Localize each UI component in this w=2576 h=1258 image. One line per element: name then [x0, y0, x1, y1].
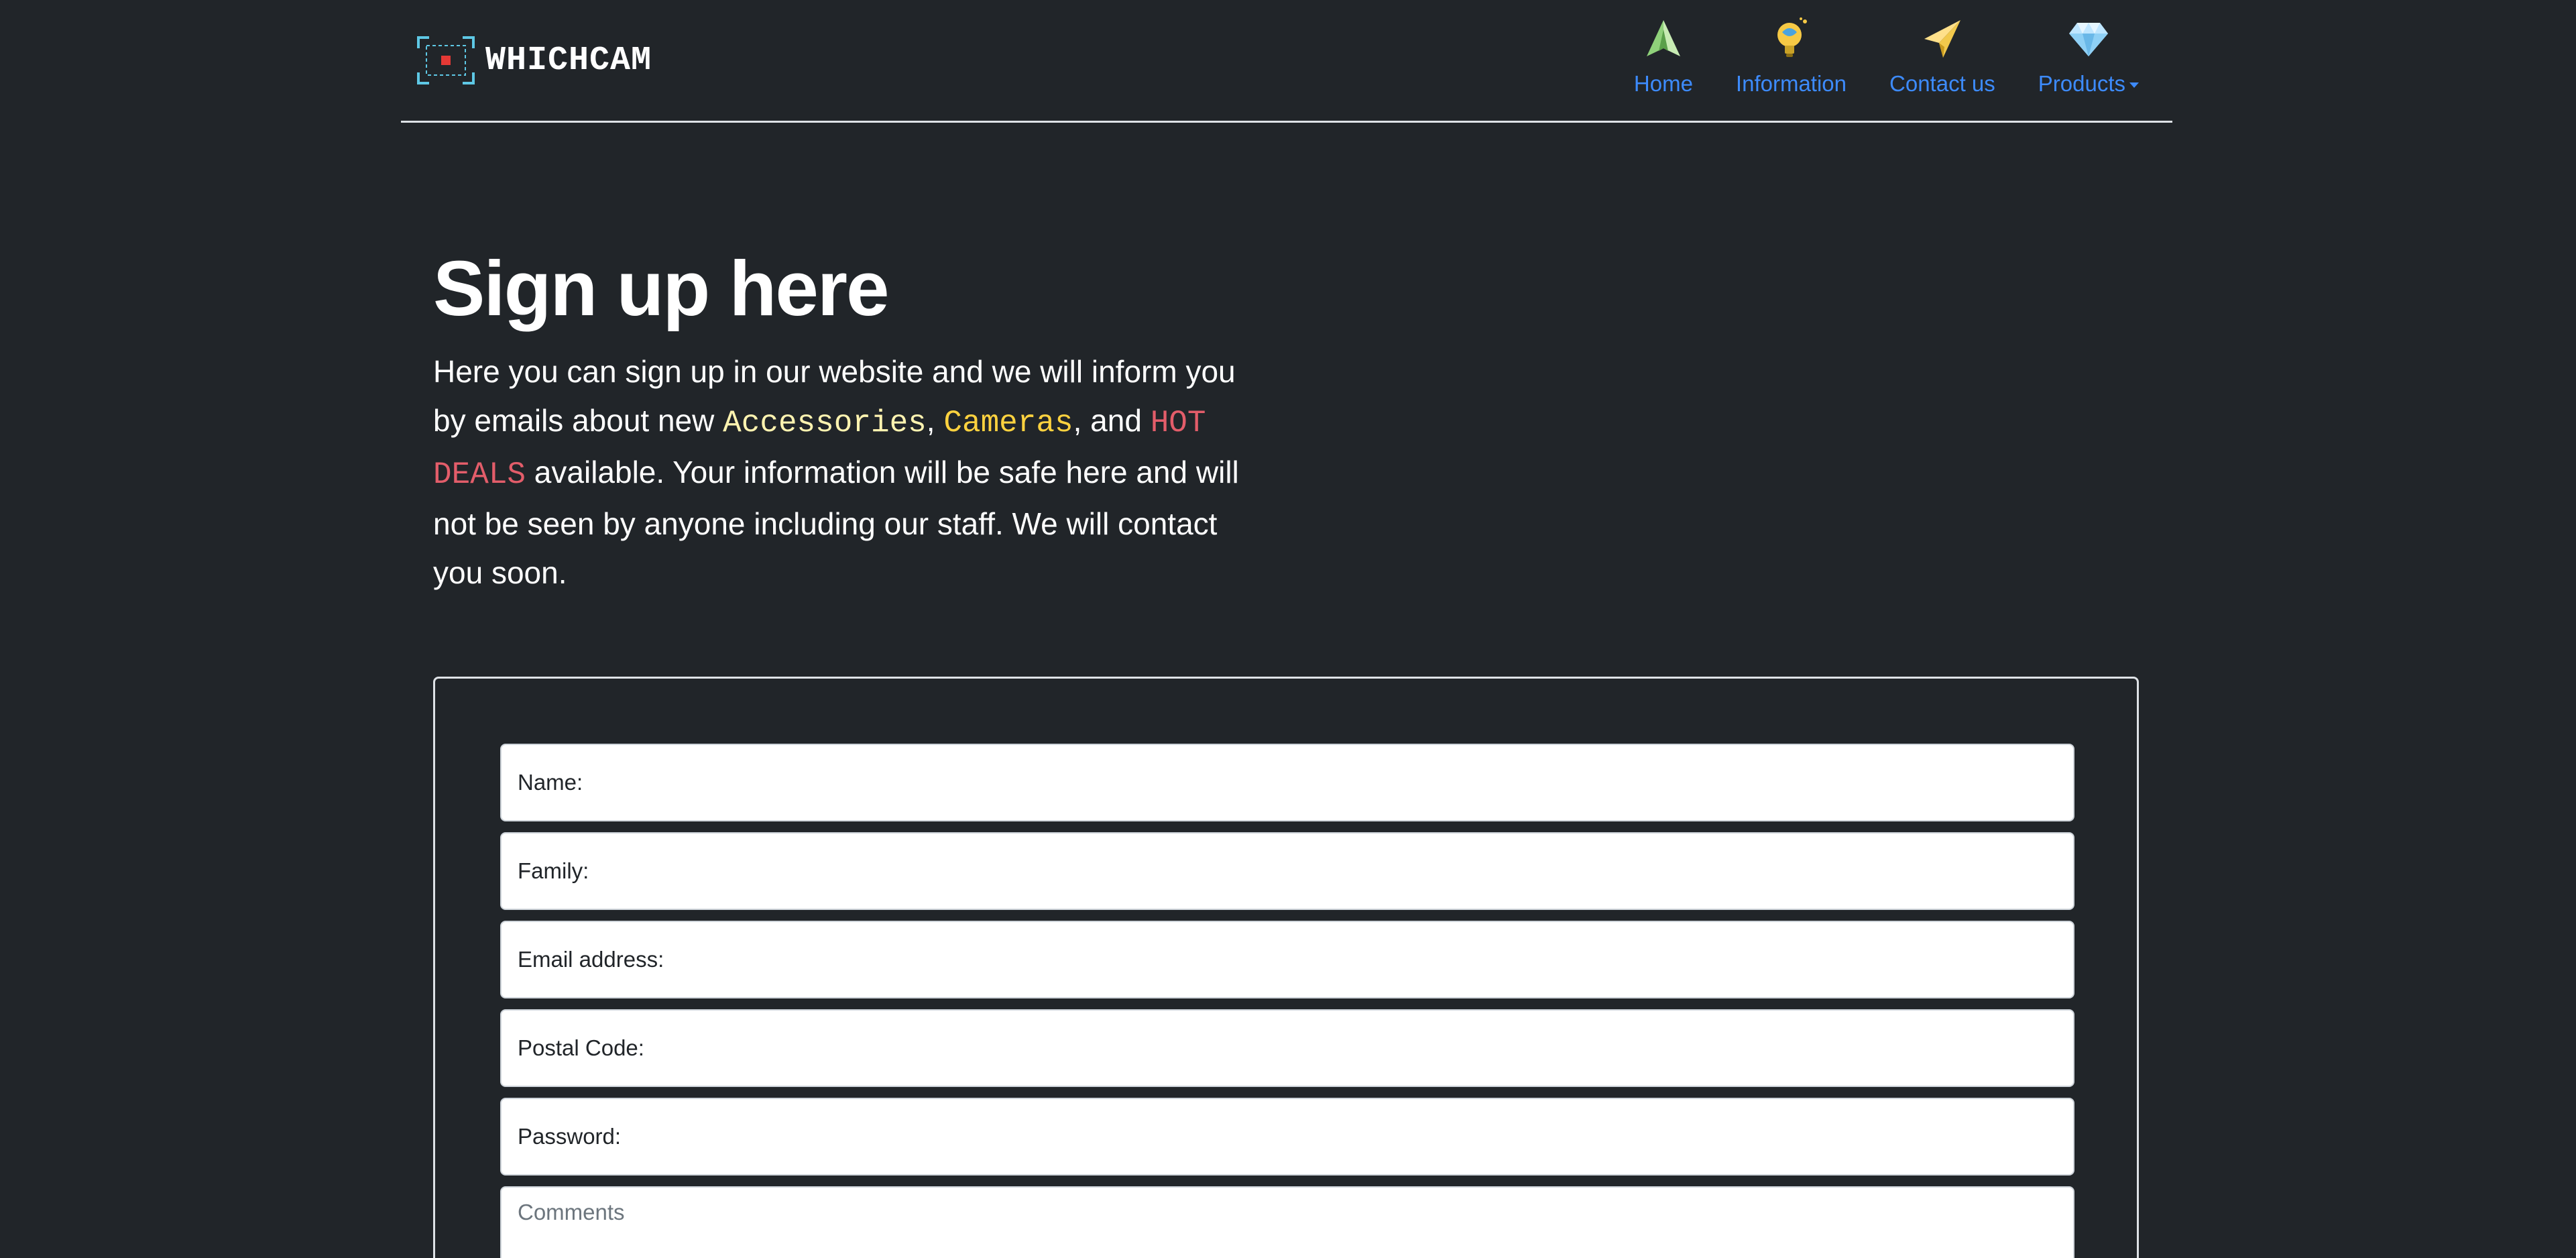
signup-form: Name: Family: Email address: Postal Code…: [433, 677, 2139, 1258]
family-input[interactable]: [595, 833, 2073, 909]
camera-focus-logo-icon: [417, 36, 475, 84]
postal-code-field[interactable]: Postal Code:: [500, 1009, 2074, 1087]
diamond-icon: [2068, 23, 2108, 56]
nav-contact-us-label: Contact us: [1889, 71, 1995, 96]
password-field[interactable]: Password:: [500, 1098, 2074, 1176]
password-label: Password:: [518, 1124, 622, 1149]
main-nav: Home Information Contact us Products: [1591, 16, 2139, 97]
lightbulb-icon: [1777, 17, 1808, 57]
name-input[interactable]: [589, 744, 2073, 821]
caret-down-icon: [2129, 82, 2139, 89]
send-arrow-icon: [1924, 20, 1960, 58]
nav-contact-us[interactable]: Contact us: [1889, 16, 1995, 97]
email-input[interactable]: [670, 921, 2073, 998]
nav-information-label: Information: [1735, 71, 1847, 96]
nav-products-label: Products: [2038, 71, 2139, 97]
family-label: Family:: [518, 858, 589, 883]
name-label: Name:: [518, 770, 583, 795]
page: WHICHCAM Home Information Contact us Pro…: [0, 0, 2576, 1258]
page-title: Sign up here: [433, 245, 890, 332]
brand-name: WHICHCAM: [485, 41, 652, 80]
hero-description: Here you can sign up in our website and …: [433, 354, 1239, 590]
nav-home-label: Home: [1633, 71, 1693, 96]
nav-information[interactable]: Information: [1736, 16, 1847, 97]
postal-code-label: Postal Code:: [518, 1035, 644, 1060]
nav-home[interactable]: Home: [1634, 16, 1693, 97]
postal-code-input[interactable]: [650, 1010, 2073, 1086]
paper-plane-icon: [1646, 20, 1680, 56]
password-input[interactable]: [628, 1098, 2073, 1175]
name-field[interactable]: Name:: [500, 744, 2074, 821]
brand-link[interactable]: WHICHCAM: [416, 34, 652, 87]
navbar: WHICHCAM Home Information Contact us Pro…: [401, 0, 2172, 123]
email-label: Email address:: [518, 947, 664, 972]
email-field[interactable]: Email address:: [500, 921, 2074, 998]
family-field[interactable]: Family:: [500, 832, 2074, 910]
comments-textarea[interactable]: [500, 1186, 2074, 1258]
nav-products-dropdown[interactable]: Products: [2038, 16, 2139, 97]
cameras-code: Cameras: [943, 406, 1073, 441]
hero-section: Sign up here Here you can sign up in our…: [433, 241, 1251, 597]
accessories-code: Accessories: [723, 406, 927, 441]
